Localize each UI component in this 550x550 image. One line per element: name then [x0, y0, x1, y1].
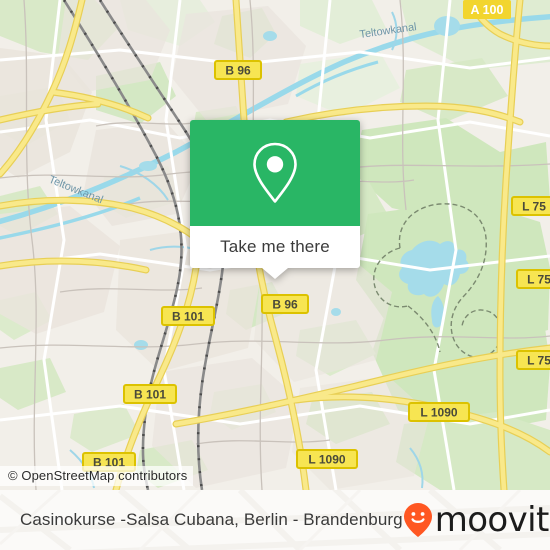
road-shield-l75-1: L 75	[511, 196, 550, 216]
moovit-logo[interactable]: moovit	[403, 502, 549, 538]
footer-bar: Casinokurse -Salsa Cubana, Berlin - Bran…	[0, 490, 550, 550]
take-me-there-button[interactable]: Take me there	[190, 226, 360, 268]
road-shield-l1090-2: L 1090	[296, 449, 358, 469]
footer-content: Casinokurse -Salsa Cubana, Berlin - Bran…	[0, 490, 550, 550]
moovit-smiley-pin-icon	[403, 503, 432, 537]
svg-text:L 75: L 75	[522, 200, 546, 214]
road-shield-l75-3: L 75	[516, 350, 550, 370]
road-shield-b101-2: B 101	[123, 384, 177, 404]
svg-text:B 96: B 96	[272, 298, 298, 312]
svg-text:L 75: L 75	[527, 273, 550, 287]
location-pin-icon	[253, 142, 297, 203]
svg-text:L 1090: L 1090	[308, 453, 345, 467]
road-shield-l75-2: L 75	[516, 269, 550, 289]
map-attribution: © OpenStreetMap contributors	[0, 466, 194, 486]
road-shield-l1090-1: L 1090	[408, 402, 470, 422]
road-shield-b101-1: B 101	[161, 306, 215, 326]
road-shield-a100: A 100	[463, 0, 511, 19]
svg-text:B 101: B 101	[172, 310, 204, 324]
svg-text:A 100: A 100	[471, 3, 504, 17]
road-shield-b96-north: B 96	[214, 60, 262, 80]
attribution-text: © OpenStreetMap contributors	[8, 468, 188, 483]
svg-text:L 75: L 75	[527, 354, 550, 368]
take-me-there-callout[interactable]: Take me there	[190, 120, 360, 279]
take-me-there-label: Take me there	[220, 237, 330, 256]
road-shield-b96-centre: B 96	[261, 294, 309, 314]
callout-tail	[262, 268, 288, 279]
callout-icon-panel	[190, 120, 360, 226]
map-screenshot: Teltowkanal Teltowkanal A 100 B 96 L 75 …	[0, 0, 550, 550]
svg-text:B 96: B 96	[225, 64, 251, 78]
svg-text:B 101: B 101	[134, 388, 166, 402]
svg-text:L 1090: L 1090	[420, 406, 457, 420]
moovit-wordmark: moovit	[434, 500, 550, 540]
place-title: Casinokurse -Salsa Cubana, Berlin - Bran…	[20, 510, 403, 529]
